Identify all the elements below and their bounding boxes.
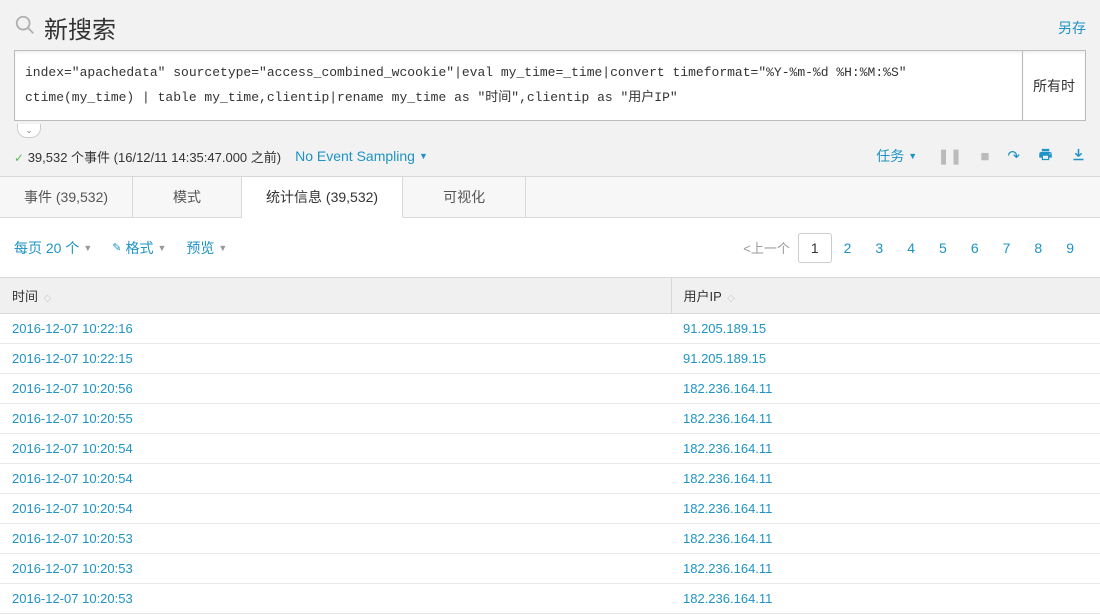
print-icon[interactable] <box>1038 147 1053 166</box>
table-controls: 每页 20 个 ▼ ✎ 格式 ▼ 预览 ▼ <上一个 123456789 <box>0 218 1100 277</box>
cell-time[interactable]: 2016-12-07 10:20:54 <box>0 464 671 494</box>
cell-ip[interactable]: 182.236.164.11 <box>671 404 1100 434</box>
cell-ip[interactable]: 182.236.164.11 <box>671 584 1100 614</box>
cell-ip[interactable]: 182.236.164.11 <box>671 374 1100 404</box>
per-page-label: 每页 20 个 <box>14 238 79 258</box>
expand-search-icon[interactable]: ⌄ <box>17 124 41 138</box>
cell-time[interactable]: 2016-12-07 10:20:56 <box>0 374 671 404</box>
status-bar: ✓ 39,532 个事件 (16/12/11 14:35:47.000 之前) … <box>0 138 1100 177</box>
table-row: 2016-12-07 10:20:53182.236.164.11 <box>0 554 1100 584</box>
table-row: 2016-12-07 10:22:1591.205.189.15 <box>0 344 1100 374</box>
per-page-dropdown[interactable]: 每页 20 个 ▼ <box>14 238 92 258</box>
preview-dropdown[interactable]: 预览 ▼ <box>186 238 227 258</box>
pagination: <上一个 123456789 <box>735 232 1086 263</box>
page-1[interactable]: 1 <box>798 233 832 263</box>
search-icon <box>14 14 36 42</box>
page-3[interactable]: 3 <box>863 234 895 262</box>
page-header: 新搜索 另存 <box>0 0 1100 50</box>
page-9[interactable]: 9 <box>1054 234 1086 262</box>
table-row: 2016-12-07 10:20:56182.236.164.11 <box>0 374 1100 404</box>
download-icon[interactable] <box>1071 147 1086 166</box>
status-right: 任务 ▼ ❚❚ ■ ↷ <box>876 146 1086 166</box>
header-left: 新搜索 <box>14 10 116 45</box>
cell-ip[interactable]: 182.236.164.11 <box>671 494 1100 524</box>
cell-ip[interactable]: 182.236.164.11 <box>671 464 1100 494</box>
pagination-prev[interactable]: <上一个 <box>735 232 798 263</box>
tab-visualization[interactable]: 可视化 <box>403 177 526 217</box>
cell-ip[interactable]: 91.205.189.15 <box>671 344 1100 374</box>
cell-time[interactable]: 2016-12-07 10:20:54 <box>0 434 671 464</box>
chevron-down-icon: ▼ <box>218 243 227 253</box>
tab-statistics[interactable]: 统计信息 (39,532) <box>242 177 403 218</box>
cell-time[interactable]: 2016-12-07 10:22:16 <box>0 314 671 344</box>
tab-events[interactable]: 事件 (39,532) <box>0 177 133 217</box>
format-dropdown[interactable]: ✎ 格式 ▼ <box>112 238 166 258</box>
cell-time[interactable]: 2016-12-07 10:20:54 <box>0 494 671 524</box>
column-header-ip[interactable]: 用户IP ◇ <box>671 278 1100 314</box>
event-count-text: 39,532 个事件 (16/12/11 14:35:47.000 之前) <box>28 150 281 165</box>
expand-row: ⌄ <box>0 121 1100 138</box>
sort-icon: ◇ <box>44 293 52 304</box>
status-left: ✓ 39,532 个事件 (16/12/11 14:35:47.000 之前) … <box>14 147 428 166</box>
table-row: 2016-12-07 10:20:55182.236.164.11 <box>0 404 1100 434</box>
tabs: 事件 (39,532) 模式 统计信息 (39,532) 可视化 <box>0 177 1100 218</box>
chevron-left-icon: < <box>743 241 751 256</box>
tab-patterns[interactable]: 模式 <box>133 177 242 217</box>
cell-time[interactable]: 2016-12-07 10:20:55 <box>0 404 671 434</box>
col-time-label: 时间 <box>12 289 38 304</box>
sampling-dropdown[interactable]: No Event Sampling ▼ <box>295 148 428 164</box>
chevron-down-icon: ▼ <box>158 243 167 253</box>
chevron-down-icon: ▼ <box>908 151 917 161</box>
cell-time[interactable]: 2016-12-07 10:20:53 <box>0 584 671 614</box>
status-events: ✓ 39,532 个事件 (16/12/11 14:35:47.000 之前) <box>14 147 281 166</box>
column-header-time[interactable]: 时间 ◇ <box>0 278 671 314</box>
controls-left: 每页 20 个 ▼ ✎ 格式 ▼ 预览 ▼ <box>14 238 227 258</box>
share-icon[interactable]: ↷ <box>1007 147 1020 165</box>
chevron-down-icon: ▼ <box>83 243 92 253</box>
cell-ip[interactable]: 182.236.164.11 <box>671 434 1100 464</box>
page-8[interactable]: 8 <box>1022 234 1054 262</box>
table-row: 2016-12-07 10:20:54182.236.164.11 <box>0 464 1100 494</box>
cell-time[interactable]: 2016-12-07 10:20:53 <box>0 524 671 554</box>
time-range-button[interactable]: 所有时 <box>1023 50 1086 121</box>
cell-time[interactable]: 2016-12-07 10:20:53 <box>0 554 671 584</box>
search-query-input[interactable]: index="apachedata" sourcetype="access_co… <box>14 50 1023 121</box>
format-label: 格式 <box>126 238 154 258</box>
stop-icon[interactable]: ■ <box>980 148 989 165</box>
search-bar-row: index="apachedata" sourcetype="access_co… <box>0 50 1100 121</box>
prev-label: 上一个 <box>751 241 790 256</box>
table-row: 2016-12-07 10:20:54182.236.164.11 <box>0 434 1100 464</box>
task-menu[interactable]: 任务 ▼ <box>876 146 917 166</box>
page-6[interactable]: 6 <box>959 234 991 262</box>
table-row: 2016-12-07 10:22:1691.205.189.15 <box>0 314 1100 344</box>
sort-icon: ◇ <box>727 293 735 304</box>
page-5[interactable]: 5 <box>927 234 959 262</box>
chevron-down-icon: ▼ <box>419 151 428 161</box>
save-as-link[interactable]: 另存 <box>1058 18 1086 38</box>
pause-icon[interactable]: ❚❚ <box>937 147 962 165</box>
page-title: 新搜索 <box>44 10 116 45</box>
results-table: 时间 ◇ 用户IP ◇ 2016-12-07 10:22:1691.205.18… <box>0 277 1100 614</box>
cell-ip[interactable]: 91.205.189.15 <box>671 314 1100 344</box>
col-ip-label: 用户IP <box>684 289 722 304</box>
table-row: 2016-12-07 10:20:53182.236.164.11 <box>0 524 1100 554</box>
table-header-row: 时间 ◇ 用户IP ◇ <box>0 278 1100 314</box>
table-row: 2016-12-07 10:20:54182.236.164.11 <box>0 494 1100 524</box>
page-7[interactable]: 7 <box>991 234 1023 262</box>
sampling-label: No Event Sampling <box>295 148 415 164</box>
page-2[interactable]: 2 <box>832 234 864 262</box>
check-icon: ✓ <box>14 151 24 165</box>
preview-label: 预览 <box>186 238 214 258</box>
cell-ip[interactable]: 182.236.164.11 <box>671 524 1100 554</box>
cell-time[interactable]: 2016-12-07 10:22:15 <box>0 344 671 374</box>
cell-ip[interactable]: 182.236.164.11 <box>671 554 1100 584</box>
action-icons: ❚❚ ■ ↷ <box>937 147 1086 166</box>
page-4[interactable]: 4 <box>895 234 927 262</box>
table-row: 2016-12-07 10:20:53182.236.164.11 <box>0 584 1100 614</box>
task-label: 任务 <box>876 146 904 166</box>
pencil-icon: ✎ <box>112 241 121 254</box>
